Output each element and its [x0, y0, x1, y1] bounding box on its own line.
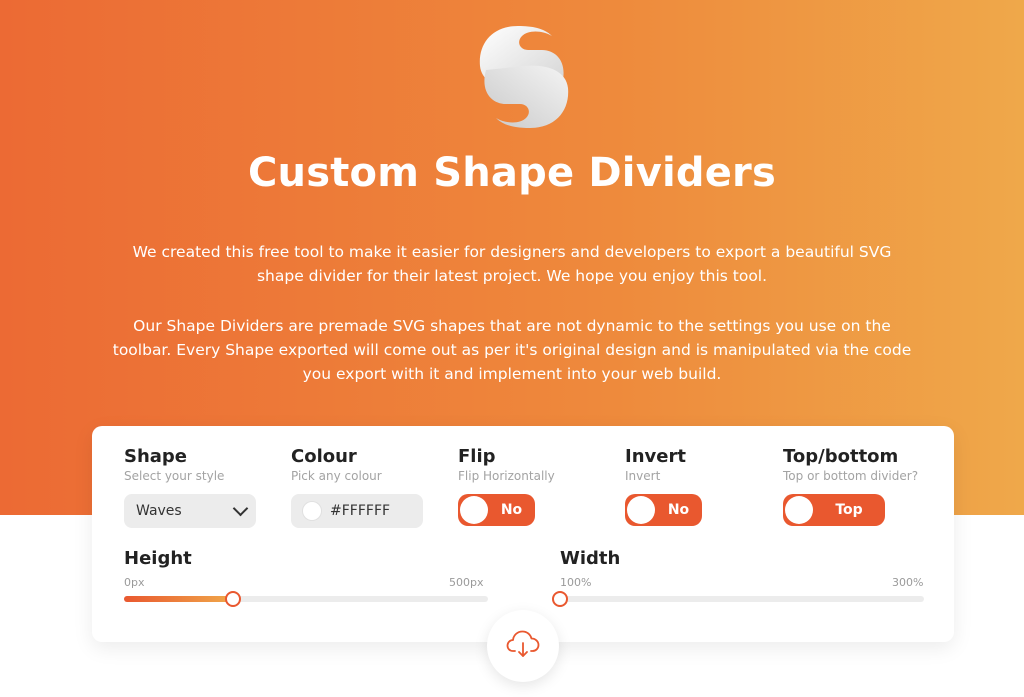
position-control: Top/bottom Top or bottom divider?	[783, 446, 918, 484]
position-sublabel: Top or bottom divider?	[783, 469, 919, 483]
height-max-label: 500px	[449, 576, 484, 589]
shape-select[interactable]: Waves	[124, 494, 256, 528]
shape-select-value: Waves	[136, 503, 182, 519]
height-slider[interactable]	[124, 591, 488, 607]
invert-toggle-text: No	[667, 502, 690, 518]
height-slider-fill	[124, 596, 234, 602]
toggle-knob	[627, 496, 655, 524]
invert-control: Invert Invert	[625, 446, 686, 484]
position-label: Top/bottom	[783, 446, 899, 467]
flip-sublabel: Flip Horizontally	[458, 469, 555, 483]
download-button[interactable]	[487, 610, 559, 682]
toggle-knob	[460, 496, 488, 524]
width-label: Width	[560, 548, 621, 569]
position-toggle-text: Top	[835, 502, 863, 518]
width-max-label: 300%	[892, 576, 924, 589]
invert-sublabel: Invert	[625, 469, 661, 483]
colour-control: Colour Pick any colour	[291, 446, 382, 484]
intro-paragraph: We created this free tool to make it eas…	[132, 243, 892, 285]
colour-picker[interactable]: #FFFFFF	[291, 494, 423, 528]
cloud-download-icon	[506, 629, 540, 663]
disclaimer-paragraph: Our Shape Dividers are premade SVG shape…	[112, 317, 912, 383]
colour-value: #FFFFFF	[330, 503, 391, 519]
toggle-knob	[785, 496, 813, 524]
width-slider-thumb[interactable]	[552, 591, 568, 607]
height-label: Height	[124, 548, 192, 569]
shape-sublabel: Select your style	[124, 469, 225, 483]
page-title: Custom Shape Dividers	[247, 150, 776, 196]
invert-toggle[interactable]: No	[625, 494, 702, 526]
height-slider-thumb[interactable]	[225, 591, 242, 607]
flip-label: Flip	[458, 446, 496, 467]
position-toggle[interactable]: Top	[783, 494, 885, 526]
colour-sublabel: Pick any colour	[291, 469, 382, 483]
invert-label: Invert	[625, 446, 686, 467]
colour-swatch[interactable]	[303, 502, 321, 520]
flip-toggle[interactable]: No	[458, 494, 535, 526]
flip-control: Flip Flip Horizontally	[458, 446, 555, 484]
shape-label: Shape	[124, 446, 188, 467]
flip-toggle-text: No	[500, 502, 523, 518]
shape-control: Shape Select your style	[124, 446, 224, 484]
width-min-label: 100%	[560, 576, 592, 589]
colour-label: Colour	[291, 446, 357, 467]
width-slider[interactable]	[552, 591, 924, 607]
chevron-down-icon	[232, 500, 249, 517]
logo	[472, 22, 576, 132]
height-min-label: 0px	[124, 576, 145, 589]
